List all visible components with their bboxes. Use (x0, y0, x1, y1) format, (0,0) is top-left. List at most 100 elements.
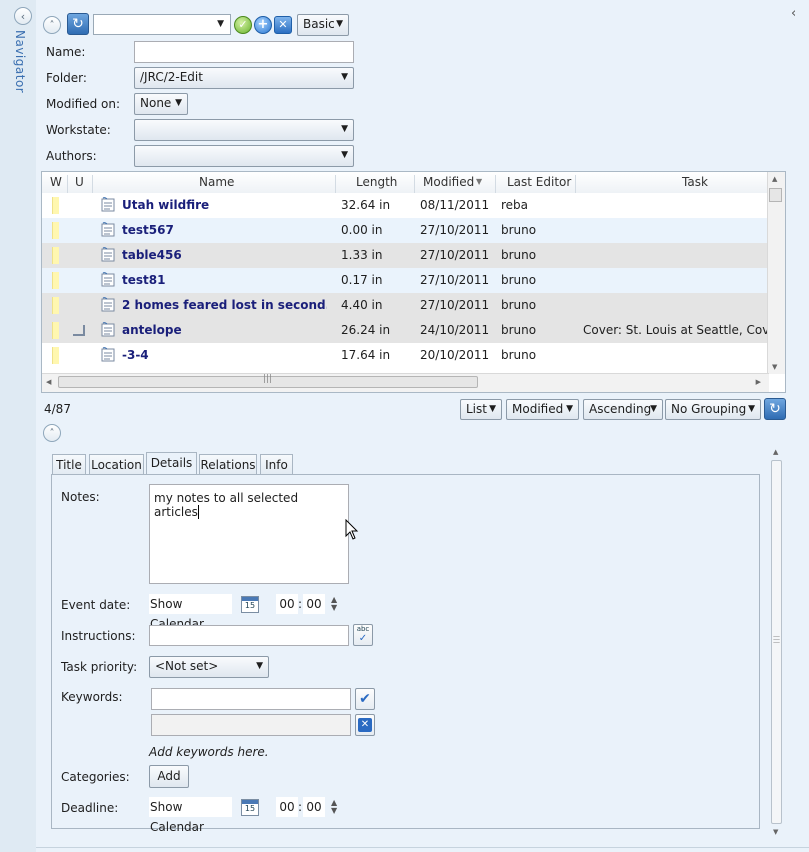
table-row[interactable]: antelope 26.24 in 24/10/2011 1 bruno Cover: … (42, 318, 769, 343)
sort-field-dropdown[interactable]: Modified ▼ (506, 399, 579, 420)
remove-keyword-button[interactable]: ✕ (355, 714, 375, 736)
view-mode-label: List (466, 402, 487, 416)
deadline-hour-input[interactable]: 00 (276, 797, 298, 817)
time-separator: : (298, 800, 303, 814)
check-icon: ✓ (238, 18, 248, 31)
article-icon (101, 272, 115, 287)
time-spinner-icon[interactable]: ▲ ▼ (331, 596, 337, 612)
time-spinner-icon[interactable]: ▲ ▼ (331, 799, 337, 815)
scroll-down-icon[interactable]: ▼ (772, 363, 777, 371)
add-category-button[interactable]: Add (149, 765, 189, 788)
refresh-list-button[interactable]: ↻ (764, 398, 786, 420)
article-last-editor: bruno (501, 348, 537, 362)
mode-label: Basic (303, 17, 335, 31)
chevron-up-icon: ˄ (49, 427, 55, 439)
article-name: test81 (122, 273, 166, 287)
navigator-panel: ‹ Navigator (0, 0, 37, 851)
spellcheck-button[interactable]: abc ✓ (353, 624, 373, 646)
grouping-dropdown[interactable]: No Grouping ▼ (665, 399, 761, 420)
column-header-last-editor[interactable]: Last Editor (507, 175, 571, 189)
article-icon (101, 322, 115, 337)
tab-details[interactable]: Details (146, 452, 197, 475)
scroll-left-icon[interactable]: ◀ (46, 378, 51, 386)
collapse-details-button[interactable]: ˄ (43, 424, 61, 442)
notes-value: my notes to all selected articles (154, 491, 299, 519)
deadline-date-input[interactable]: Show Calendar (149, 797, 232, 834)
chevron-down-icon: ▼ (341, 124, 348, 134)
table-row[interactable]: test567 0.00 in 27/10/2011 1 bruno (42, 218, 769, 243)
column-header-modified[interactable]: Modified (423, 175, 474, 189)
column-header-task[interactable]: Task (682, 175, 708, 189)
details-vertical-scrollbar[interactable]: ▲ — — — ▼ (770, 446, 783, 841)
table-row[interactable]: 2 homes feared lost in second... 4.40 in 2… (42, 293, 769, 318)
remove-search-button[interactable]: ✕ (274, 16, 292, 34)
grip-icon: — — — (773, 632, 780, 646)
grid-hscroll-thumb[interactable]: ||| (58, 374, 478, 388)
grid-header: W U Name Length Modified ▼ Last Editor T… (42, 172, 769, 196)
event-date-label: Event date: (61, 598, 131, 612)
tab-relations[interactable]: Relations (199, 454, 257, 475)
table-row[interactable]: -3-4 17.64 in 20/10/2011 1 bruno (42, 343, 769, 368)
chevron-left-icon: ‹ (20, 9, 26, 23)
tab-info[interactable]: Info (260, 454, 293, 475)
scroll-up-icon[interactable]: ▲ (772, 175, 777, 183)
authors-dropdown[interactable]: ▼ (134, 145, 354, 167)
column-header-w[interactable]: W (50, 175, 62, 189)
grid-vertical-scrollbar[interactable]: ▲ ▼ (767, 172, 785, 374)
task-priority-dropdown[interactable]: <Not set> ▼ (149, 656, 269, 678)
article-icon (101, 197, 115, 212)
modified-on-dropdown[interactable]: None ▼ (134, 93, 188, 115)
calendar-icon[interactable]: 15 (241, 596, 259, 613)
apply-search-button[interactable]: ✓ (234, 16, 252, 34)
grouping-label: No Grouping (671, 402, 747, 416)
scroll-down-icon[interactable]: ▼ (773, 828, 778, 836)
chevron-down-icon: ▼ (336, 19, 343, 29)
column-header-u[interactable]: U (75, 175, 84, 189)
sort-order-dropdown[interactable]: Ascending ▼ (583, 399, 663, 420)
article-task: Cover: St. Louis at Seattle, Cover: Vi (583, 323, 769, 337)
navigator-label[interactable]: Navigator (13, 30, 27, 93)
tab-title[interactable]: Title (52, 454, 86, 475)
add-search-button[interactable]: + (254, 16, 272, 34)
confirm-keyword-button[interactable]: ✔ (355, 688, 375, 710)
folder-dropdown[interactable]: /JRC/2-Edit ▼ (134, 67, 354, 89)
sort-field-label: Modified (512, 402, 564, 416)
event-date-input[interactable]: Show Calendar (149, 594, 232, 631)
deadline-minute-input[interactable]: 00 (303, 797, 325, 817)
calendar-icon[interactable]: 15 (241, 799, 259, 816)
collapse-search-button[interactable]: ˄ (43, 16, 61, 34)
event-hour-input[interactable]: 00 (276, 594, 298, 614)
article-length: 1.33 in (341, 248, 383, 262)
chevron-left-icon[interactable]: ‹ (791, 6, 796, 21)
name-input[interactable] (134, 41, 354, 63)
grid-vscroll-thumb[interactable] (769, 188, 782, 202)
saved-search-dropdown[interactable]: ▼ (93, 14, 231, 35)
refresh-button[interactable]: ↻ (67, 13, 89, 35)
keywords-input[interactable] (151, 688, 351, 710)
notes-textarea[interactable]: my notes to all selected articles (149, 484, 349, 584)
folder-value: /JRC/2-Edit (140, 70, 203, 84)
table-row[interactable]: Utah wildfire 32.64 in 08/11/2011 1 reba (42, 193, 769, 218)
scroll-right-icon[interactable]: ▶ (756, 378, 761, 386)
article-last-editor: bruno (501, 248, 537, 262)
table-row[interactable]: test81 0.17 in 27/10/2011 1 bruno (42, 268, 769, 293)
collapse-navigator-button[interactable]: ‹ (14, 7, 32, 25)
scroll-up-icon[interactable]: ▲ (773, 448, 778, 456)
mode-dropdown[interactable]: Basic ▼ (297, 14, 349, 36)
chevron-down-icon: ▼ (566, 404, 573, 414)
keywords-list[interactable] (151, 714, 351, 736)
tab-location[interactable]: Location (89, 454, 144, 475)
workstate-dropdown[interactable]: ▼ (134, 119, 354, 141)
column-header-length[interactable]: Length (356, 175, 397, 189)
article-name: -3-4 (122, 348, 149, 362)
grid-horizontal-scrollbar[interactable]: ◀ ||| ▶ (42, 373, 769, 392)
view-mode-dropdown[interactable]: List ▼ (460, 399, 502, 420)
event-minute-input[interactable]: 00 (303, 594, 325, 614)
article-length: 4.40 in (341, 298, 383, 312)
details-vscroll-thumb[interactable]: — — — (771, 460, 782, 824)
article-modified: 27/10/2011 1 (420, 298, 494, 312)
note-icon (73, 325, 85, 336)
table-row[interactable]: table456 1.33 in 27/10/2011 1 bruno (42, 243, 769, 268)
instructions-input[interactable] (149, 625, 349, 646)
column-header-name[interactable]: Name (199, 175, 234, 189)
